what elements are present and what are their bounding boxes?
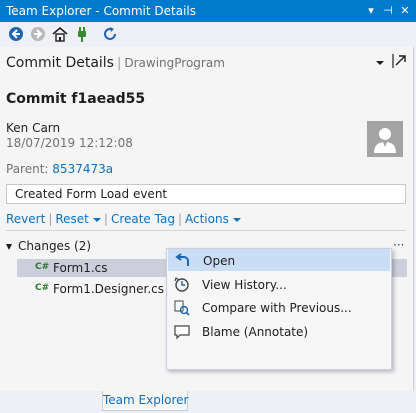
blame-icon (174, 324, 190, 340)
refresh-icon[interactable] (101, 25, 119, 43)
reset-label: Reset (55, 212, 89, 226)
page-header: Commit Details | DrawingProgram (6, 55, 225, 71)
tab-team-explorer[interactable]: Team Explorer (102, 391, 189, 411)
csharp-file-icon: C# (35, 283, 50, 293)
parent-label: Parent: (6, 162, 49, 176)
window-title: Team Explorer - Commit Details (6, 4, 197, 18)
navigation-toolbar (0, 22, 416, 47)
page-title: Commit Details (6, 55, 114, 71)
menu-item-blame-annotate[interactable]: Blame (Annotate) (168, 321, 390, 343)
close-button[interactable]: ✕ (398, 3, 412, 19)
menu-item-open[interactable]: Open (168, 249, 390, 271)
repository-name: DrawingProgram (124, 56, 225, 70)
open-icon (175, 253, 191, 269)
parent-hash-link[interactable]: 8537473a (52, 162, 113, 176)
action-separator: | (177, 212, 182, 226)
commit-date: 18/07/2019 12:12:08 (6, 136, 133, 150)
collapse-triangle-icon[interactable] (6, 243, 12, 250)
reset-dropdown[interactable]: Reset (55, 212, 101, 226)
header-separator: | (116, 56, 122, 71)
chevron-down-icon (92, 217, 101, 222)
file-name: Form1.cs (53, 261, 108, 275)
forward-icon[interactable] (29, 25, 47, 43)
window-options-button[interactable]: ▾ (364, 3, 378, 19)
commit-author: Ken Carn (6, 121, 61, 135)
commit-title: Commit f1aead55 (6, 91, 146, 107)
chevron-down-icon (232, 217, 241, 222)
action-separator: | (48, 212, 53, 226)
connect-icon[interactable] (73, 25, 91, 43)
action-separator: | (103, 212, 108, 226)
page-dropdown-icon[interactable] (374, 57, 386, 69)
history-icon (174, 277, 190, 293)
avatar (367, 121, 403, 157)
home-icon[interactable] (51, 25, 69, 43)
changes-label: Changes (2) (18, 239, 92, 253)
actions-label: Actions (185, 212, 229, 226)
menu-item-label: Open (203, 254, 236, 268)
commit-message: Created Form Load event (6, 184, 406, 204)
commit-actions-bar: Revert | Reset | Create Tag | Actions (6, 212, 241, 226)
file-name: Form1.Designer.cs (53, 282, 164, 296)
changes-section-header[interactable]: Changes (2) (6, 239, 91, 253)
menu-item-label: Compare with Previous... (202, 301, 352, 315)
revert-link[interactable]: Revert (6, 212, 45, 226)
menu-item-view-history[interactable]: View History... (168, 274, 390, 296)
menu-item-compare-with-previous[interactable]: Compare with Previous... (168, 297, 390, 319)
menu-item-label: View History... (202, 278, 287, 292)
team-explorer-window: Team Explorer - Commit Details ▾ ⊣ ✕ Com… (0, 0, 416, 413)
more-options-button[interactable]: ··· (393, 238, 404, 252)
divider (6, 230, 406, 231)
pin-button[interactable]: ⊣ (381, 3, 395, 19)
context-menu: Open View History... Compare with Previo… (166, 248, 392, 370)
csharp-file-icon: C# (35, 262, 50, 272)
menu-item-label: Blame (Annotate) (202, 325, 309, 339)
back-icon[interactable] (7, 25, 25, 43)
title-bar: Team Explorer - Commit Details ▾ ⊣ ✕ (0, 0, 416, 22)
create-tag-link[interactable]: Create Tag (111, 212, 175, 226)
actions-dropdown[interactable]: Actions (185, 212, 241, 226)
popout-icon[interactable] (392, 53, 408, 69)
parent-commit: Parent: 8537473a (6, 162, 113, 176)
compare-icon (174, 300, 190, 316)
